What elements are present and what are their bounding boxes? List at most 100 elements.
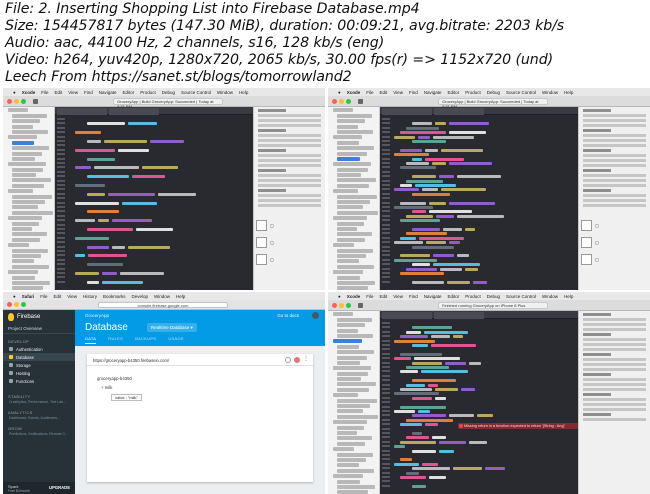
navigator-row[interactable] [337,350,374,355]
navigator-row[interactable] [12,124,33,129]
navigator-row[interactable] [12,200,45,205]
menu-editor[interactable]: Editor [447,90,459,95]
navigator-row[interactable] [333,270,363,275]
navigator-row[interactable] [337,129,373,134]
avatar[interactable] [312,312,319,319]
navigator-row[interactable] [337,183,369,188]
menu-history[interactable]: History [83,294,97,299]
navigator-row[interactable] [337,333,373,338]
menu-file[interactable]: File [366,294,373,299]
navigator-row[interactable] [337,205,363,210]
zoom-icon[interactable] [346,303,351,308]
section-develop[interactable]: DEVELOP [3,334,75,345]
project-navigator[interactable] [3,107,55,290]
navigator-row[interactable] [12,129,48,134]
navigator-row[interactable] [337,360,360,365]
navigator-row[interactable] [12,119,40,124]
navigator-row[interactable] [8,162,46,167]
firebase-brand[interactable]: Firebase [3,310,75,324]
navigator-row[interactable] [333,393,358,398]
navigator-row[interactable] [12,140,34,145]
navigator-row[interactable] [12,146,49,151]
navigator-row[interactable] [337,248,373,253]
navigator-row[interactable] [337,259,359,264]
editor-tabs[interactable] [380,311,578,319]
navigator-row[interactable] [337,463,359,468]
navigator-row[interactable] [8,270,38,275]
navigator-row[interactable] [12,210,53,215]
close-icon[interactable] [332,303,337,308]
navigator-row[interactable] [337,317,372,322]
menu-product[interactable]: Product [465,90,481,95]
menu-view[interactable]: View [393,294,403,299]
navigator-row[interactable] [12,237,40,242]
menu-view[interactable]: View [393,90,403,95]
apple-icon[interactable]: ● [13,294,16,299]
navigator-row[interactable] [337,173,361,178]
navigator-row[interactable] [337,140,359,145]
code-editor[interactable] [55,107,253,290]
navigator-row[interactable] [337,232,372,237]
menu-navigate[interactable]: Navigate [99,90,117,95]
menu-source-control[interactable]: Source Control [181,90,211,95]
navigator-row[interactable] [12,264,49,269]
navigator-row[interactable] [337,264,374,269]
sidebar-item-authentication[interactable]: Authentication [3,345,75,353]
navigator-row[interactable] [333,474,363,479]
minimize-icon[interactable] [339,303,344,308]
library-item[interactable]: ▢ [256,252,323,266]
menu-file[interactable]: File [366,90,373,95]
apple-icon[interactable]: ● [338,294,341,299]
navigator-row[interactable] [333,243,354,248]
navigator-row[interactable] [333,447,354,452]
navigator-row[interactable] [337,178,376,183]
tab-data[interactable]: DATA [85,336,97,344]
close-icon[interactable] [332,99,337,104]
navigator-row[interactable] [337,124,358,129]
more-vert-icon[interactable]: ⋮ [303,356,309,363]
project-overview[interactable]: Project Overview [3,324,75,334]
navigator-row[interactable] [337,200,370,205]
app-menu[interactable]: Safari [22,294,35,299]
navigator-row[interactable] [12,275,35,280]
section-grow[interactable]: GROW [3,421,75,432]
editor-tabs[interactable] [380,107,578,115]
navigator-row[interactable] [337,468,374,473]
navigator-row[interactable] [337,194,377,199]
navigator-row[interactable] [12,280,50,285]
navigator-row[interactable] [337,414,378,419]
navigator-row[interactable] [337,210,378,215]
address-bar[interactable]: console.firebase.google.com [98,302,228,308]
menu-product[interactable]: Product [465,294,481,299]
navigator-row[interactable] [337,280,375,285]
sidebar-item-storage[interactable]: Storage [3,361,75,369]
menu-help[interactable]: Help [239,90,248,95]
library-item[interactable]: ▢ [581,235,648,249]
library-item[interactable]: ▢ [581,218,648,232]
navigator-row[interactable] [12,194,52,199]
inspector-panel[interactable] [578,311,650,494]
menu-edit[interactable]: Edit [380,90,388,95]
menu-find[interactable]: Find [409,294,418,299]
menu-window[interactable]: Window [217,90,233,95]
navigator-row[interactable] [337,387,369,392]
inspector-panel[interactable]: ▢ ▢ ▢ [578,107,650,290]
navigator-row[interactable] [12,156,35,161]
database-type-dropdown[interactable]: Realtime Database ▾ [147,323,197,332]
navigator-row[interactable] [333,108,353,113]
menu-bookmarks[interactable]: Bookmarks [103,294,126,299]
navigator-row[interactable] [337,323,365,328]
library-item[interactable]: ▢ [256,235,323,249]
navigator-row[interactable] [12,205,38,210]
inspector-panel[interactable]: ▢ ▢ ▢ [253,107,325,290]
menu-help[interactable]: Help [564,90,573,95]
navigator-row[interactable] [333,135,362,140]
menu-find[interactable]: Find [409,90,418,95]
code-editor[interactable] [380,311,578,494]
navigator-row[interactable] [337,167,368,172]
library-item[interactable]: ▢ [581,252,648,266]
navigator-row[interactable] [337,328,358,333]
menu-navigate[interactable]: Navigate [424,294,442,299]
zoom-icon[interactable] [21,99,26,104]
navigator-row[interactable] [337,221,364,226]
